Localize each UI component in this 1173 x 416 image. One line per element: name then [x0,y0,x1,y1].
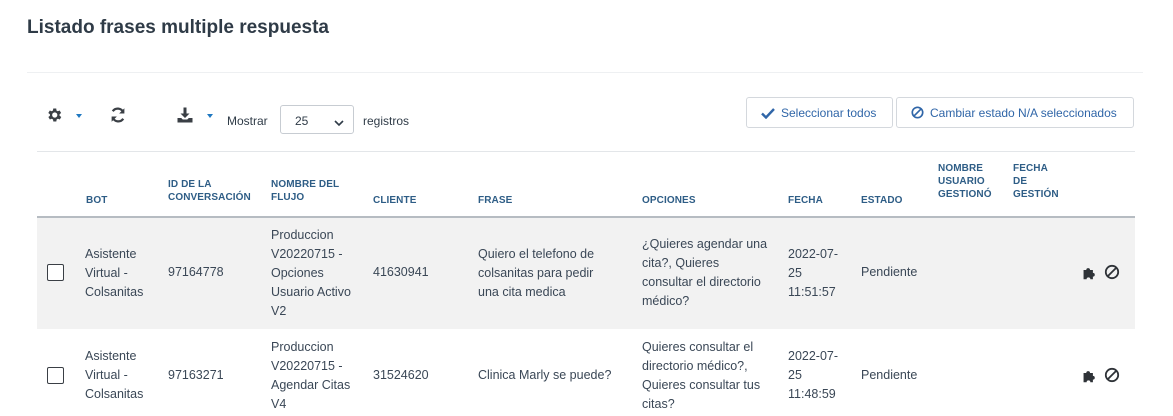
cell-options: ¿Quieres agendar una cita?, Quieres consul… [642,237,768,308]
cell-flow-name: Produccion V20220715 - Opciones Usuario Act… [271,228,351,318]
cell-phrase: Quiero el telefono de colsanitas para ped… [478,247,595,299]
show-label: Mostrar [227,114,268,128]
cell-date: 2022-07- 25 11:48:59 [788,349,839,401]
chevron-down-icon[interactable] [207,114,213,118]
cell-client: 31524620 [373,368,429,382]
page-size-select[interactable]: 25 [280,105,354,134]
ban-icon[interactable] [1104,264,1122,282]
header-date[interactable]: FECHA [788,194,823,207]
divider [27,72,1143,73]
select-all-button[interactable]: Seleccionar todos [746,97,893,128]
header-flow-name[interactable]: NOMBRE DEL FLUJO [271,178,339,204]
cell-conversation-id: 97164778 [168,265,224,279]
header-conversation-id[interactable]: ID DE LA CONVERSACIÓN [168,178,251,204]
header-management-date[interactable]: FECHA DE GESTIÓN [1013,162,1059,201]
header-phrase[interactable]: FRASE [478,194,512,207]
header-options[interactable]: OPCIONES [642,194,696,207]
refresh-icon[interactable] [109,106,129,126]
cell-phrase: Clinica Marly se puede? [478,368,612,382]
row-checkbox[interactable] [47,264,64,281]
chevron-down-icon [334,115,344,127]
divider [37,151,1135,152]
cell-status: Pendiente [861,368,918,382]
cell-bot: Asistente Virtual - Colsanitas [85,349,144,401]
table-row: Asistente Virtual - Colsanitas 97163271 Pr… [37,330,1135,416]
page-size-value: 25 [295,114,309,128]
gear-icon[interactable] [45,106,65,126]
change-status-label: Cambiar estado N/A seleccionados [930,105,1117,120]
select-all-label: Seleccionar todos [781,105,877,120]
puzzle-icon[interactable] [1081,264,1099,282]
row-checkbox[interactable] [47,367,64,384]
header-status[interactable]: ESTADO [861,194,903,207]
ban-icon[interactable] [1104,367,1122,385]
header-client[interactable]: CLIENTE [373,194,416,207]
cell-conversation-id: 97163271 [168,368,224,382]
download-icon[interactable] [176,106,196,126]
toolbar: Mostrar 25 registros Seleccionar todos C… [37,97,1137,137]
cell-date: 2022-07- 25 11:51:57 [788,247,839,299]
cell-bot: Asistente Virtual - Colsanitas [85,247,144,299]
chevron-down-icon[interactable] [76,114,82,118]
cell-status: Pendiente [861,265,918,279]
records-label: registros [363,114,410,128]
cell-options: Quieres consultar el directorio médico?, Q… [642,340,761,411]
change-status-na-button[interactable]: Cambiar estado N/A seleccionados [896,97,1134,128]
cell-client: 41630941 [373,265,429,279]
page-title: Listado frases multiple respuesta [27,17,329,38]
table-row: Asistente Virtual - Colsanitas 97164778 Pr… [37,218,1135,329]
header-managed-by[interactable]: NOMBRE USUARIO GESTIONÓ [938,162,992,201]
header-bot[interactable]: BOT [86,194,107,207]
ban-icon [911,106,924,119]
puzzle-icon[interactable] [1081,367,1099,385]
cell-flow-name: Produccion V20220715 - Agendar Citas V4 [271,340,351,411]
check-icon [761,107,775,119]
